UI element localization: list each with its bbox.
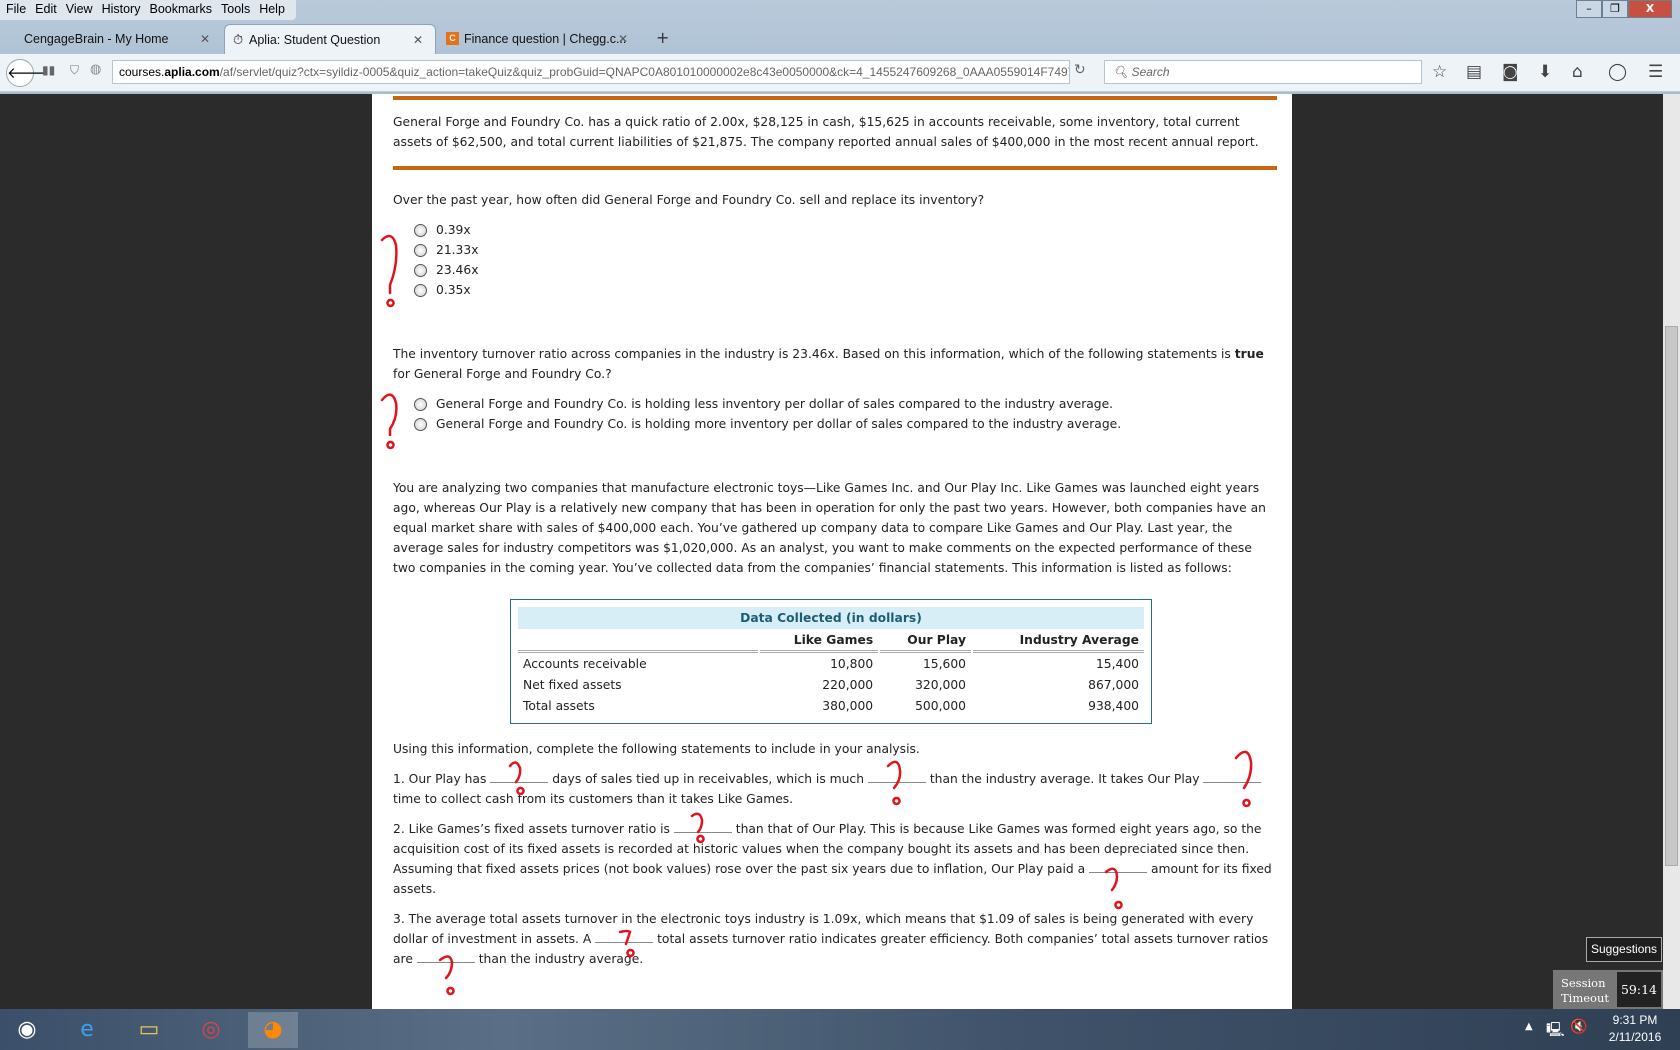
blank-dropdown[interactable] — [1089, 861, 1148, 873]
tab-aplia[interactable]: ⏱ Aplia: Student Question ✕ — [224, 24, 436, 54]
quiz-page: General Forge and Foundry Co. has a quic… — [372, 94, 1292, 1009]
tab-label: CengageBrain - My Home — [24, 32, 169, 46]
browser-chrome: File Edit View History Bookmarks Tools H… — [0, 0, 1680, 94]
navigation-bar: 🡐 ▮▮ ⛉ ◍ courses.aplia.com/af/servlet/qu… — [0, 54, 1680, 92]
globe-icon[interactable]: ◍ — [90, 62, 101, 77]
restore-button[interactable]: ❐ — [1602, 0, 1628, 18]
pocket-icon[interactable]: ◙ — [1502, 62, 1519, 82]
suggestions-widget[interactable]: Suggestions — [1586, 937, 1662, 962]
data-table: Data Collected (in dollars) Like Games O… — [510, 599, 1152, 724]
volume-muted-icon[interactable]: 🔇 — [1570, 1019, 1587, 1035]
home-icon[interactable]: ⌂ — [1572, 62, 1583, 82]
search-input[interactable]: 🔍︎ Search — [1104, 60, 1422, 84]
radio-option-1[interactable] — [414, 224, 427, 237]
radio-option-4[interactable] — [414, 284, 427, 297]
history-icon[interactable]: ▮▮ — [42, 63, 55, 77]
tab-label: Aplia: Student Question — [249, 33, 381, 47]
tab-close-icon[interactable]: ✕ — [200, 32, 210, 46]
chegg-icon: C — [446, 32, 459, 45]
radio-more-inventory[interactable] — [414, 418, 427, 431]
new-tab-button[interactable]: + — [656, 28, 669, 47]
option-label: General Forge and Foundry Co. is holding… — [436, 417, 1122, 431]
option-label: 21.33x — [436, 243, 479, 257]
menu-help[interactable]: Help — [257, 0, 292, 20]
question-2-text: The inventory turnover ratio across comp… — [393, 347, 1264, 381]
divider — [393, 166, 1277, 170]
tab-cengagebrain[interactable]: CengageBrain - My Home ✕ — [0, 24, 222, 54]
blank-dropdown[interactable] — [867, 771, 926, 783]
url-input[interactable]: courses.aplia.com/af/servlet/quiz?ctx=sy… — [112, 60, 1070, 84]
tray-expand-icon[interactable]: ▲ — [1525, 1021, 1533, 1032]
shield-icon[interactable]: ⛉ — [70, 63, 79, 78]
column-header: Our Play — [880, 631, 971, 653]
chrome-icon[interactable]: ◎ — [186, 1012, 236, 1048]
table-row: Total assets 380,000 500,000 938,400 — [523, 699, 1139, 713]
windows-taskbar: ◉ e ▭ ◎ ◕ ▲ 🖳 🔇 9:31 PM 2/11/2016 — [0, 1009, 1680, 1050]
tab-label: Finance question | Chegg.c... — [464, 32, 627, 46]
problem-intro: General Forge and Foundry Co. has a quic… — [393, 115, 1259, 149]
menu-bookmarks[interactable]: Bookmarks — [147, 0, 219, 20]
tab-close-icon[interactable]: ✕ — [413, 33, 423, 47]
menu-icon[interactable]: ☰ — [1648, 62, 1663, 82]
radio-less-inventory[interactable] — [414, 398, 427, 411]
menu-file[interactable]: File — [4, 0, 33, 20]
reading-list-icon[interactable]: ▤ — [1466, 62, 1482, 82]
internet-explorer-icon[interactable]: e — [62, 1012, 112, 1048]
network-icon[interactable]: 🖳 — [1546, 1019, 1565, 1043]
blank-dropdown[interactable] — [595, 931, 654, 943]
menu-history[interactable]: History — [100, 0, 148, 20]
stopwatch-icon: ⏱ — [233, 32, 244, 47]
session-timer: 59:14 — [1617, 972, 1661, 1007]
firefox-icon[interactable]: ◕ — [248, 1012, 298, 1048]
blank-dropdown[interactable] — [1203, 771, 1262, 783]
search-icon: 🔍︎ — [1113, 65, 1132, 79]
chat-icon[interactable]: ◯ — [1608, 62, 1627, 82]
radio-option-2[interactable] — [414, 244, 427, 257]
table-row: Accounts receivable 10,800 15,600 15,400 — [523, 657, 1139, 671]
table-row: Net fixed assets 220,000 320,000 867,000 — [523, 678, 1139, 692]
bookmark-star-icon[interactable]: ☆ — [1432, 62, 1447, 82]
download-icon[interactable]: ⬇ — [1538, 62, 1552, 82]
instructions: Using this information, complete the fol… — [393, 742, 920, 756]
reload-icon[interactable]: ↻ — [1074, 62, 1086, 78]
scrollbar-thumb[interactable] — [1665, 326, 1678, 866]
radio-option-3[interactable] — [414, 264, 427, 277]
question-1-text: Over the past year, how often did Genera… — [393, 193, 985, 207]
table-caption: Data Collected (in dollars) — [518, 607, 1144, 629]
tab-close-icon[interactable]: ✕ — [618, 32, 628, 46]
blank-dropdown[interactable] — [673, 821, 732, 833]
option-label: 23.46x — [436, 263, 479, 277]
scenario-text: You are analyzing two companies that man… — [393, 481, 1266, 575]
menu-edit[interactable]: Edit — [33, 0, 64, 20]
column-header — [518, 631, 758, 653]
menu-bar: File Edit View History Bookmarks Tools H… — [0, 0, 296, 20]
option-label: 0.35x — [436, 283, 471, 297]
menu-tools[interactable]: Tools — [219, 0, 257, 20]
statement-3: 3. The average total assets turnover in … — [393, 912, 1269, 966]
column-header: Industry Average — [972, 631, 1144, 653]
close-window-button[interactable]: X — [1628, 0, 1672, 18]
window-controls: – ❐ X — [1576, 0, 1672, 18]
start-button[interactable]: ◉ — [2, 1012, 52, 1048]
option-label: 0.39x — [436, 223, 471, 237]
session-timeout-widget: Session Timeout 59:14 — [1553, 970, 1663, 1009]
back-button[interactable]: 🡐 — [6, 59, 47, 87]
page-scrollbar[interactable] — [1663, 94, 1680, 1009]
blank-dropdown[interactable] — [490, 771, 549, 783]
divider — [393, 96, 1277, 100]
clock[interactable]: 9:31 PM 2/11/2016 — [1600, 1012, 1670, 1046]
option-label: General Forge and Foundry Co. is holding… — [436, 397, 1114, 411]
statement-2: 2. Like Games’s fixed assets turnover ra… — [393, 821, 1272, 896]
file-explorer-icon[interactable]: ▭ — [124, 1012, 174, 1048]
minimize-button[interactable]: – — [1576, 0, 1602, 18]
blank-dropdown[interactable] — [416, 951, 475, 963]
tab-chegg[interactable]: C Finance question | Chegg.c... ✕ — [440, 24, 640, 54]
statement-1: 1. Our Play has days of sales tied up in… — [393, 769, 1273, 809]
column-header: Like Games — [760, 631, 879, 653]
menu-view[interactable]: View — [64, 0, 100, 20]
